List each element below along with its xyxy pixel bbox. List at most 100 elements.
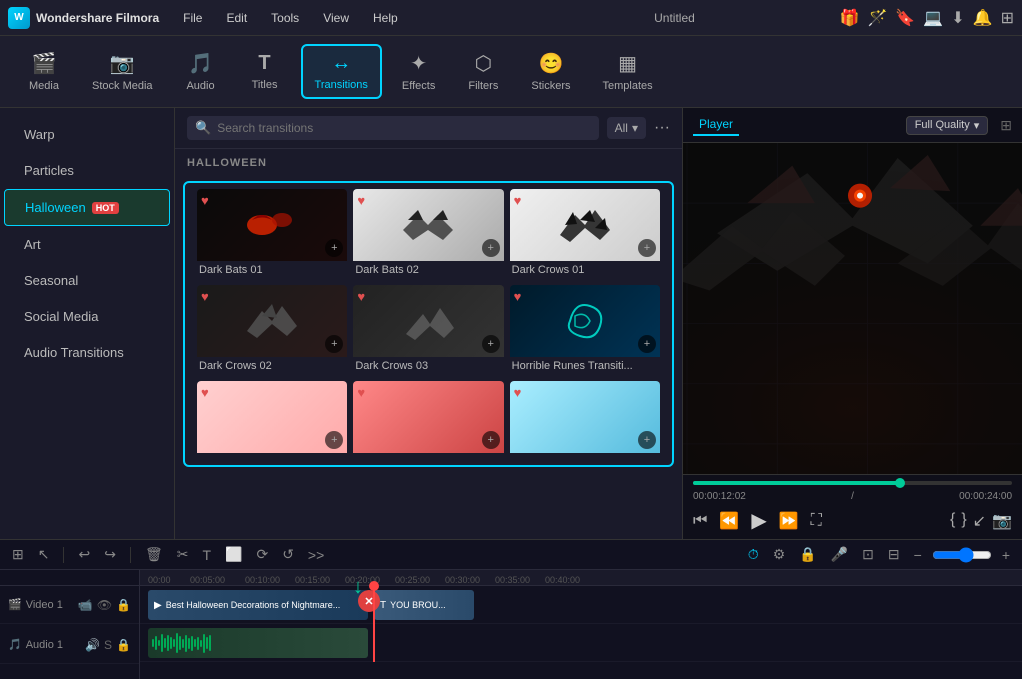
solo-btn[interactable]: S bbox=[104, 638, 112, 652]
text-btn[interactable]: T bbox=[198, 545, 215, 565]
grid-view-btn[interactable]: ⊞ bbox=[1000, 117, 1012, 134]
add-icon[interactable]: + bbox=[638, 431, 656, 449]
favorite-icon[interactable]: ♥ bbox=[201, 385, 209, 400]
add-icon[interactable]: + bbox=[482, 335, 500, 353]
favorite-icon[interactable]: ♥ bbox=[357, 385, 365, 400]
skip-back-btn[interactable]: ⏮ bbox=[693, 512, 707, 530]
fullscreen-btn[interactable]: ⛶ bbox=[811, 512, 822, 530]
video-clip-1[interactable]: ▶ Best Halloween Decorations of Nightmar… bbox=[148, 590, 368, 620]
add-icon[interactable]: + bbox=[325, 335, 343, 353]
playhead[interactable] bbox=[373, 586, 375, 662]
menu-file[interactable]: File bbox=[179, 7, 206, 29]
grid-icon[interactable]: ⊞ bbox=[1001, 8, 1014, 28]
download-icon[interactable]: ⬇ bbox=[951, 8, 964, 28]
thumb-horrible-runes[interactable]: ♥ + Horrible Runes Transiti... bbox=[510, 285, 660, 375]
quality-select[interactable]: Full Quality ▾ bbox=[906, 116, 989, 135]
zoom-slider[interactable] bbox=[932, 547, 992, 563]
motion-btn[interactable]: ⟳ bbox=[252, 544, 272, 565]
camera-btn[interactable]: 📷 bbox=[992, 511, 1012, 531]
menu-view[interactable]: View bbox=[319, 7, 353, 29]
bell-icon[interactable]: 🔔 bbox=[973, 8, 993, 28]
scene-detect-btn[interactable]: ⊞ bbox=[8, 544, 28, 565]
thumb-row3-1[interactable]: ♥ + bbox=[197, 381, 347, 459]
favorite-icon[interactable]: ♥ bbox=[514, 289, 522, 304]
bookmark-icon[interactable]: 🔖 bbox=[895, 8, 915, 28]
tool-media[interactable]: 🎬 Media bbox=[16, 45, 72, 98]
eye-btn[interactable]: 👁 bbox=[97, 598, 112, 612]
sidebar-item-audio-transitions[interactable]: Audio Transitions bbox=[4, 335, 170, 370]
tool-stickers[interactable]: 😊 Stickers bbox=[519, 45, 582, 98]
more-options-btn[interactable]: ··· bbox=[654, 119, 670, 137]
add-icon[interactable]: + bbox=[482, 431, 500, 449]
add-icon[interactable]: + bbox=[482, 239, 500, 257]
mark-in-btn[interactable]: { bbox=[950, 511, 955, 531]
add-icon[interactable]: + bbox=[638, 239, 656, 257]
magic-icon[interactable]: 🪄 bbox=[868, 8, 888, 28]
camera-track-btn[interactable]: 📹 bbox=[78, 598, 93, 612]
favorite-icon[interactable]: ♥ bbox=[514, 385, 522, 400]
sidebar-item-art[interactable]: Art bbox=[4, 227, 170, 262]
mark-out-btn[interactable]: } bbox=[961, 511, 966, 531]
add-icon[interactable]: + bbox=[325, 431, 343, 449]
add-icon[interactable]: + bbox=[325, 239, 343, 257]
menu-help[interactable]: Help bbox=[369, 7, 402, 29]
thumb-dark-bats-02[interactable]: ♥ + Dark Bats 02 bbox=[353, 189, 503, 279]
menu-tools[interactable]: Tools bbox=[267, 7, 303, 29]
favorite-icon[interactable]: ♥ bbox=[357, 289, 365, 304]
settings-btn[interactable]: ⚙ bbox=[769, 544, 790, 565]
thumb-dark-crows-01[interactable]: ♥ + Dark Crows 01 bbox=[510, 189, 660, 279]
mute-btn[interactable]: 🔊 bbox=[85, 638, 100, 652]
screen-icon[interactable]: 💻 bbox=[923, 8, 943, 28]
favorite-icon[interactable]: ♥ bbox=[357, 193, 365, 208]
play-btn[interactable]: ▶ bbox=[751, 508, 766, 533]
thumb-dark-crows-03[interactable]: ♥ + Dark Crows 03 bbox=[353, 285, 503, 375]
lock-btn[interactable]: 🔒 bbox=[795, 544, 820, 565]
zoom-out-btn[interactable]: − bbox=[910, 545, 926, 565]
rotate-btn[interactable]: ↺ bbox=[278, 544, 298, 565]
sidebar-item-particles[interactable]: Particles bbox=[4, 153, 170, 188]
video-clip-2[interactable]: T YOU BROU... bbox=[374, 590, 474, 620]
redo-btn[interactable]: ↪ bbox=[100, 544, 120, 565]
thumb-row3-2[interactable]: ♥ + bbox=[353, 381, 503, 459]
add-icon[interactable]: + bbox=[638, 335, 656, 353]
player-tab[interactable]: Player bbox=[693, 114, 739, 136]
search-input[interactable] bbox=[217, 121, 590, 135]
sidebar-item-warp[interactable]: Warp bbox=[4, 117, 170, 152]
tool-transitions[interactable]: ↔ Transitions bbox=[301, 44, 382, 99]
sidebar-item-social-media[interactable]: Social Media bbox=[4, 299, 170, 334]
more-effects-btn[interactable]: >> bbox=[304, 545, 328, 565]
menu-edit[interactable]: Edit bbox=[222, 7, 251, 29]
sidebar-item-seasonal[interactable]: Seasonal bbox=[4, 263, 170, 298]
delete-btn[interactable]: 🗑 bbox=[141, 544, 167, 565]
favorite-icon[interactable]: ♥ bbox=[201, 289, 209, 304]
filter-dropdown[interactable]: All ▾ bbox=[607, 117, 646, 139]
insert-btn[interactable]: ↙ bbox=[973, 511, 986, 531]
thumb-row3-3[interactable]: ♥ + bbox=[510, 381, 660, 459]
audio-clip[interactable] bbox=[148, 628, 368, 658]
favorite-icon[interactable]: ♥ bbox=[514, 193, 522, 208]
tool-titles[interactable]: T Titles bbox=[237, 46, 293, 97]
tool-effects[interactable]: ✦ Effects bbox=[390, 45, 447, 98]
tool-audio[interactable]: 🎵 Audio bbox=[173, 45, 229, 98]
sidebar-item-halloween[interactable]: Halloween HOT bbox=[4, 189, 170, 226]
step-back-btn[interactable]: ⏪ bbox=[719, 511, 739, 531]
step-forward-btn[interactable]: ⏩ bbox=[779, 511, 799, 531]
crop-btn[interactable]: ⬜ bbox=[221, 544, 246, 565]
lock-track-btn[interactable]: 🔒 bbox=[116, 598, 131, 612]
tool-filters[interactable]: ⬡ Filters bbox=[455, 45, 511, 98]
favorite-icon[interactable]: ♥ bbox=[201, 193, 209, 208]
tool-stock-media[interactable]: 📷 Stock Media bbox=[80, 45, 165, 98]
mic-btn[interactable]: 🎤 bbox=[827, 544, 852, 565]
tool-templates[interactable]: ▦ Templates bbox=[590, 45, 664, 98]
gift-icon[interactable]: 🎁 bbox=[840, 8, 860, 28]
thumb-dark-crows-02[interactable]: ♥ + Dark Crows 02 bbox=[197, 285, 347, 375]
zoom-in-btn[interactable]: + bbox=[998, 545, 1014, 565]
thumb-dark-bats-01[interactable]: ♥ + Dark Bats 01 bbox=[197, 189, 347, 279]
timeline-active-btn[interactable]: ⏱ bbox=[744, 544, 763, 565]
cut-btn[interactable]: ✂ bbox=[173, 544, 193, 565]
ungroup-btn[interactable]: ⊟ bbox=[884, 544, 904, 565]
pointer-tool[interactable]: ↖ bbox=[34, 544, 54, 565]
progress-bar[interactable] bbox=[693, 481, 1012, 485]
undo-btn[interactable]: ↩ bbox=[74, 544, 94, 565]
lock-audio-btn[interactable]: 🔒 bbox=[116, 638, 131, 652]
